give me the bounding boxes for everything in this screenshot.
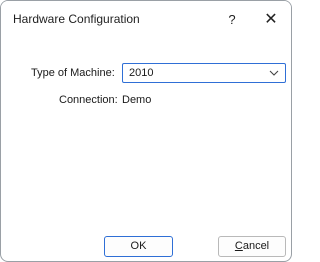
close-icon: ✕: [264, 11, 278, 28]
type-of-machine-label: Type of Machine:: [31, 67, 115, 79]
question-icon: ?: [228, 12, 236, 27]
window-title: Hardware Configuration: [13, 12, 140, 26]
connection-value: Demo: [122, 94, 152, 106]
help-button[interactable]: ?: [221, 10, 243, 30]
machine-type-select[interactable]: 2010: [122, 63, 286, 83]
connection-label: Connection:: [59, 94, 118, 106]
machine-type-value: 2010: [129, 67, 154, 79]
cancel-button[interactable]: Cancel: [218, 236, 286, 257]
hardware-configuration-dialog: Hardware Configuration ? ✕ Type of Machi…: [0, 0, 292, 262]
chevron-down-icon: [269, 70, 279, 76]
ok-button-label: OK: [130, 240, 147, 252]
cancel-button-label: ancel: [242, 240, 270, 252]
title-bar: Hardware Configuration ? ✕: [1, 1, 291, 37]
ok-button[interactable]: OK: [104, 236, 173, 257]
close-button[interactable]: ✕: [260, 10, 282, 30]
cancel-mnemonic: C: [234, 240, 243, 252]
